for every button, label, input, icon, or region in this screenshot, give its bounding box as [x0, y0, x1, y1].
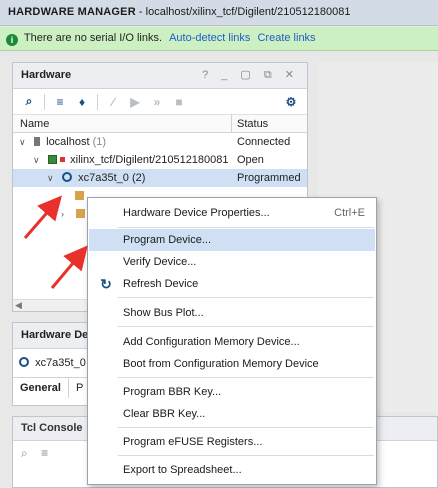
menu-item-add-config-memory[interactable]: Add Configuration Memory Device... — [89, 331, 375, 353]
hardware-panel-header: Hardware ? _ ▢ ⧉ ✕ — [13, 63, 307, 89]
info-bar: i There are no serial I/O links. Auto-de… — [0, 27, 438, 51]
tab-general[interactable]: General — [13, 378, 69, 398]
tcl-console-title: Tcl Console — [21, 422, 83, 434]
chevron-right-icon[interactable]: › — [61, 209, 73, 219]
window-title-bar: HARDWARE MANAGER - localhost/xilinx_tcf/… — [0, 0, 438, 26]
expand-all-icon[interactable]: ♦ — [72, 93, 92, 111]
collapse-all-icon[interactable]: ≡ — [50, 93, 70, 111]
menu-item-program-efuse[interactable]: Program eFUSE Registers... — [89, 431, 375, 453]
auto-detect-links-link[interactable]: Auto-detect links — [169, 32, 250, 44]
row-name: xc7a35t_0 — [78, 172, 129, 184]
hw-device-panel-title: Hardware De — [21, 329, 89, 341]
hardware-toolbar: ⌕ ≡ ♦ ∕ ▶ » ■ ⚙ — [13, 89, 307, 115]
menu-item-label: Verify Device... — [123, 256, 197, 268]
row-status: Connected — [237, 136, 291, 148]
menu-separator — [118, 377, 374, 378]
fpga-chip-icon — [19, 357, 29, 367]
menu-item-verify-device[interactable]: Verify Device... — [89, 251, 375, 273]
search-icon[interactable]: ⌕ — [19, 93, 39, 111]
row-count: (2) — [131, 172, 146, 184]
tree-row-device[interactable]: ∨ xc7a35t_0 (2) Programmed — [13, 169, 307, 187]
server-icon — [34, 137, 41, 146]
tree-row-localhost[interactable]: ∨ localhost (1) Connected — [13, 133, 307, 151]
column-name[interactable]: Name — [20, 118, 49, 130]
menu-item-program-device[interactable]: Program Device... — [89, 229, 375, 251]
tree-row-target[interactable]: ∨ xilinx_tcf/Digilent/210512180081 Open — [13, 151, 307, 169]
info-message: There are no serial I/O links. — [23, 32, 163, 44]
menu-item-boot-from-config-memory[interactable]: Boot from Configuration Memory Device — [89, 353, 375, 375]
row-name: localhost — [46, 136, 90, 148]
tree-column-headers: Name Status — [13, 115, 307, 133]
menu-item-label: Add Configuration Memory Device... — [123, 336, 300, 348]
menu-item-label: Hardware Device Properties... — [123, 207, 270, 219]
row-status: Open — [237, 154, 264, 166]
menu-item-label: Program eFUSE Registers... — [123, 436, 263, 448]
panel-window-buttons[interactable]: ? _ ▢ ⧉ ✕ — [202, 68, 299, 82]
menu-item-label: Show Bus Plot... — [123, 307, 204, 319]
menu-item-label: Export to Spreadsheet... — [123, 464, 242, 476]
menu-item-shortcut: Ctrl+E — [334, 207, 365, 219]
create-links-link[interactable]: Create links — [257, 32, 315, 44]
chevron-down-icon[interactable]: ∨ — [19, 137, 31, 148]
fpga-chip-icon — [62, 172, 73, 182]
chevron-down-icon[interactable]: ∨ — [47, 173, 59, 184]
gear-icon[interactable]: ⚙ — [281, 93, 301, 111]
menu-item-label: Program BBR Key... — [123, 386, 222, 398]
run-trigger-icon[interactable]: ▶ — [125, 93, 145, 111]
menu-separator — [118, 326, 374, 327]
info-icon: i — [6, 34, 18, 46]
debug-core-icon — [76, 209, 86, 218]
menu-item-export-spreadsheet[interactable]: Export to Spreadsheet... — [89, 459, 375, 481]
menu-item-refresh-device[interactable]: ↻ Refresh Device — [89, 273, 375, 295]
device-context-menu: Hardware Device Properties... Ctrl+E Pro… — [87, 197, 377, 485]
collapse-all-icon[interactable]: ≡ — [41, 446, 48, 460]
menu-separator — [118, 455, 374, 456]
hardware-panel-title: Hardware — [21, 69, 72, 81]
toolbar-divider — [44, 93, 45, 110]
menu-item-program-bbr-key[interactable]: Program BBR Key... — [89, 381, 375, 403]
column-divider — [231, 115, 232, 133]
scroll-left-icon[interactable]: ◀ — [15, 300, 22, 311]
target-path: - localhost/xilinx_tcf/Digilent/21051218… — [135, 6, 351, 18]
menu-item-show-bus-plot[interactable]: Show Bus Plot... — [89, 302, 375, 324]
row-status: Programmed — [237, 172, 301, 184]
stop-icon[interactable]: ■ — [169, 93, 189, 111]
device-name: xc7a35t_0 — [35, 357, 86, 369]
red-dot-icon — [60, 157, 66, 162]
row-count: (1) — [92, 136, 107, 148]
column-status[interactable]: Status — [237, 118, 268, 130]
menu-item-label: Refresh Device — [123, 278, 199, 290]
search-icon[interactable]: ⌕ — [21, 446, 28, 460]
menu-item-label: Boot from Configuration Memory Device — [123, 358, 319, 370]
menu-item-hardware-device-properties[interactable]: Hardware Device Properties... Ctrl+E — [89, 202, 375, 224]
menu-item-label: Program Device... — [123, 234, 212, 246]
menu-item-clear-bbr-key[interactable]: Clear BBR Key... — [89, 403, 375, 425]
link-icon[interactable]: ∕ — [103, 93, 123, 111]
section-title: HARDWARE MANAGER — [8, 6, 136, 18]
menu-separator — [118, 427, 374, 428]
row-name: xilinx_tcf/Digilent/210512180081 — [70, 154, 229, 166]
menu-separator — [118, 297, 374, 298]
menu-separator — [118, 227, 374, 228]
menu-item-label: Clear BBR Key... — [123, 408, 206, 420]
chevron-down-icon[interactable]: ∨ — [33, 155, 45, 166]
board-icon — [48, 155, 58, 164]
debug-core-icon — [75, 191, 84, 200]
refresh-icon: ↻ — [100, 276, 112, 292]
run-immediate-icon[interactable]: » — [147, 93, 167, 111]
toolbar-divider — [97, 93, 98, 110]
